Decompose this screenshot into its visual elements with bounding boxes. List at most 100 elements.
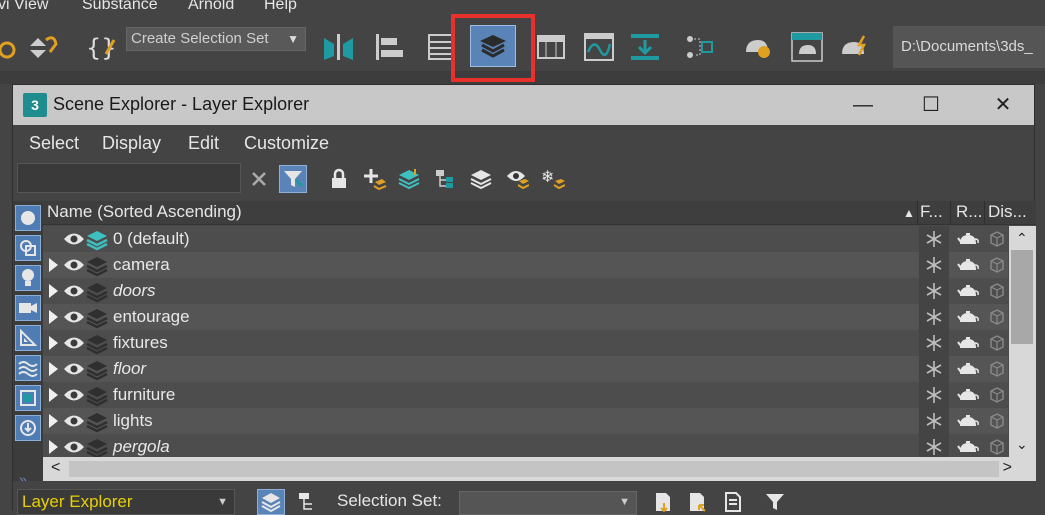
freeze-snowflake-icon[interactable] [919,252,949,278]
expand-arrow-icon[interactable] [49,284,58,298]
freeze-snowflake-icon[interactable] [919,278,949,304]
select-objects-button[interactable] [649,489,677,515]
ribbon-icon[interactable] [534,29,568,65]
menu-arnold[interactable]: Arnold [188,0,234,14]
display-shapes-icon[interactable] [15,235,41,261]
eye-icon[interactable] [63,229,85,254]
vertical-scrollbar[interactable]: ⌃ ⌄ [1009,226,1036,457]
add-to-active-layer-icon[interactable] [395,165,423,193]
eye-icon[interactable] [63,411,85,436]
hide-layers-icon[interactable] [503,165,531,193]
curve-editor-icon[interactable] [582,29,616,65]
menu-select[interactable]: Select [29,133,79,154]
display-space-warps-icon[interactable] [15,355,41,381]
explorer-selector-dropdown[interactable]: Layer Explorer ▼ [17,489,235,515]
expand-arrow-icon[interactable] [49,440,58,454]
display-groups-icon[interactable] [15,385,41,411]
close-button[interactable]: ✕ [983,91,1023,119]
sort-by-hierarchy-button[interactable] [293,489,321,515]
project-path[interactable]: D:\Documents\3ds_ [893,26,1045,68]
menu-help[interactable]: Help [264,0,297,14]
layer-row[interactable]: doors [43,278,1008,304]
display-box-icon[interactable] [985,330,1009,356]
layer-name[interactable]: doors [113,281,156,301]
layer-name[interactable]: camera [113,255,170,275]
render-teapot-icon[interactable] [950,252,984,278]
column-render-header[interactable]: R... [956,202,982,222]
column-name-header[interactable]: Name (Sorted Ascending) [47,202,242,222]
render-teapot-icon[interactable] [950,330,984,356]
display-xrefs-icon[interactable] [15,415,41,441]
menu-edit[interactable]: Edit [188,133,219,154]
render-production-icon[interactable] [838,29,872,65]
layer-row[interactable]: camera [43,252,1008,278]
eye-icon[interactable] [63,385,85,410]
freeze-snowflake-icon[interactable] [919,356,949,382]
expand-arrow-icon[interactable] [49,362,58,376]
eye-icon[interactable] [63,333,85,358]
expand-arrow-icon[interactable] [49,336,58,350]
mirror-icon[interactable] [322,29,356,65]
schematic-view-icon[interactable] [682,29,716,65]
scroll-thumb[interactable] [1011,250,1033,344]
layer-row[interactable]: furniture [43,382,1008,408]
menu-substance[interactable]: Substance [82,0,158,14]
scroll-left-icon[interactable]: < [51,459,60,477]
expand-arrow-icon[interactable] [49,310,58,324]
freeze-snowflake-icon[interactable] [919,382,949,408]
expand-arrow-icon[interactable] [49,414,58,428]
display-box-icon[interactable] [985,252,1009,278]
filter-icon[interactable] [279,165,307,193]
layer-name[interactable]: furniture [113,385,175,405]
menu-display[interactable]: Display [102,133,161,154]
layer-name[interactable]: fixtures [113,333,168,353]
layer-name[interactable]: lights [113,411,153,431]
column-divider[interactable] [950,201,951,225]
sort-by-layers-button[interactable] [257,489,285,515]
hierarchy-icon[interactable] [431,165,459,193]
layer-row[interactable]: lights [43,408,1008,434]
unlink-icon[interactable] [24,29,58,65]
column-divider[interactable] [917,201,918,225]
display-box-icon[interactable] [985,356,1009,382]
render-teapot-icon[interactable] [950,408,984,434]
layer-name[interactable]: pergola [113,437,170,457]
layer-row[interactable]: floor [43,356,1008,382]
layer-row[interactable]: entourage [43,304,1008,330]
column-frozen-header[interactable]: F... [920,202,943,222]
selection-set-dropdown[interactable]: Create Selection Set ▼ [126,27,306,51]
render-teapot-icon[interactable] [950,304,984,330]
expand-arrow-icon[interactable] [49,258,58,272]
layer-row[interactable]: fixtures [43,330,1008,356]
display-lights-icon[interactable] [15,265,41,291]
create-new-layer-icon[interactable] [361,165,389,193]
render-teapot-icon[interactable] [950,278,984,304]
window-titlebar[interactable]: 3 Scene Explorer - Layer Explorer — ☐ ✕ [13,85,1034,125]
display-box-icon[interactable] [985,226,1009,252]
menu-view[interactable]: vi View [0,0,48,14]
render-teapot-icon[interactable] [950,356,984,382]
remove-objects-button[interactable] [719,489,747,515]
freeze-snowflake-icon[interactable] [919,330,949,356]
layers-icon[interactable] [467,165,495,193]
find-input[interactable] [17,163,241,193]
column-display-header[interactable]: Dis... [988,202,1027,222]
layer-name[interactable]: 0 (default) [113,229,190,249]
render-teapot-icon[interactable] [950,226,984,252]
selection-set-select[interactable]: ▼ [459,491,637,515]
menu-customize[interactable]: Customize [244,133,329,154]
scroll-up-icon[interactable]: ⌃ [1016,230,1028,247]
eye-icon[interactable] [63,359,85,384]
eye-icon[interactable] [63,281,85,306]
expand-arrow-icon[interactable] [49,388,58,402]
layer-name[interactable]: entourage [113,307,190,327]
eye-icon[interactable] [63,255,85,280]
clear-search-icon[interactable] [245,165,273,193]
freeze-layers-icon[interactable]: ❄ [539,165,567,193]
column-divider[interactable] [984,201,985,225]
display-box-icon[interactable] [985,382,1009,408]
minimize-button[interactable]: — [843,91,883,119]
layer-row[interactable]: 0 (default) [43,226,1008,252]
eye-icon[interactable] [63,307,85,332]
render-teapot-icon[interactable] [950,382,984,408]
